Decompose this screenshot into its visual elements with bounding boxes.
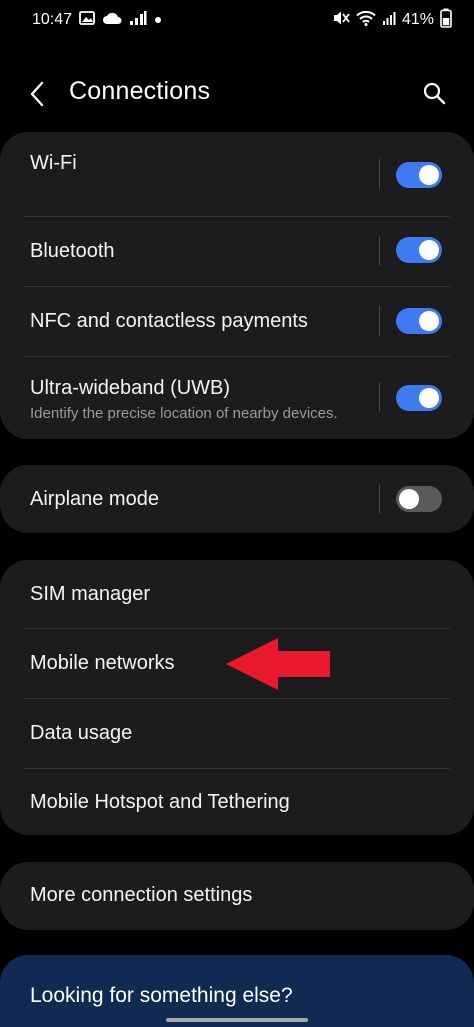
battery-icon (440, 8, 452, 33)
status-bar: 10:47 41% (0, 0, 474, 40)
app-header: Connections (0, 62, 474, 122)
cell-signal-icon (382, 10, 396, 31)
page-title: Connections (69, 77, 211, 105)
bluetooth-row[interactable]: Bluetooth (0, 217, 474, 286)
wifi-label: Wi-Fi (30, 152, 77, 174)
uwb-toggle[interactable] (396, 385, 442, 411)
toggle-knob (419, 240, 439, 260)
airplane-card: Airplane mode (0, 465, 474, 533)
uwb-label: Ultra-wideband (UWB) (30, 377, 231, 399)
airplane-mode-toggle[interactable] (396, 486, 442, 512)
airplane-separator (379, 484, 380, 514)
cloud-icon (102, 11, 122, 30)
home-indicator (166, 1018, 308, 1022)
more-settings-card: More connection settings (0, 862, 474, 930)
mobile-hotspot-label: Mobile Hotspot and Tethering (30, 791, 290, 813)
search-button[interactable] (418, 77, 450, 109)
sim-manager-label: SIM manager (30, 583, 151, 605)
status-left: 10:47 (32, 10, 162, 31)
network-card: SIM manager Mobile networks Data usage M… (0, 560, 474, 835)
connections-card: Wi-Fi Bluetooth NFC and contactless paym… (0, 132, 474, 439)
data-usage-row[interactable]: Data usage (0, 699, 474, 768)
back-arrow-icon (30, 81, 44, 107)
mobile-hotspot-row[interactable]: Mobile Hotspot and Tethering (0, 769, 474, 835)
wifi-toggle[interactable] (396, 162, 442, 188)
mobile-networks-label: Mobile networks (30, 652, 175, 674)
search-icon (423, 82, 446, 105)
signal-icon (129, 10, 147, 31)
uwb-separator (379, 382, 380, 412)
mute-icon (332, 10, 350, 31)
nfc-row[interactable]: NFC and contactless payments (0, 287, 474, 356)
wifi-row[interactable]: Wi-Fi (0, 132, 474, 216)
dot-icon (154, 11, 162, 29)
bluetooth-separator (379, 236, 380, 266)
bluetooth-toggle[interactable] (396, 237, 442, 263)
wifi-icon (356, 10, 376, 31)
more-connection-settings-row[interactable]: More connection settings (0, 862, 474, 930)
battery-percent: 41% (401, 11, 434, 28)
wifi-separator (379, 159, 380, 189)
status-time: 10:47 (32, 11, 73, 28)
uwb-row[interactable]: Ultra-wideband (UWB) Identify the precis… (0, 357, 474, 439)
airplane-mode-row[interactable]: Airplane mode (0, 465, 474, 533)
bluetooth-label: Bluetooth (30, 240, 115, 262)
more-connection-settings-label: More connection settings (30, 884, 253, 906)
sim-manager-row[interactable]: SIM manager (0, 560, 474, 628)
red-arrow-annotation (226, 638, 330, 690)
help-title: Looking for something else? (30, 984, 293, 1007)
uwb-subtitle: Identify the precise location of nearby … (30, 405, 338, 422)
nfc-separator (379, 306, 380, 336)
toggle-knob (399, 489, 419, 509)
toggle-knob (419, 311, 439, 331)
nfc-toggle[interactable] (396, 308, 442, 334)
toggle-knob (419, 388, 439, 408)
airplane-mode-label: Airplane mode (30, 488, 159, 510)
data-usage-label: Data usage (30, 722, 133, 744)
status-right: 41% (332, 8, 452, 33)
toggle-knob (419, 165, 439, 185)
back-button[interactable] (22, 78, 54, 110)
gallery-icon (79, 10, 95, 30)
nfc-label: NFC and contactless payments (30, 310, 308, 332)
